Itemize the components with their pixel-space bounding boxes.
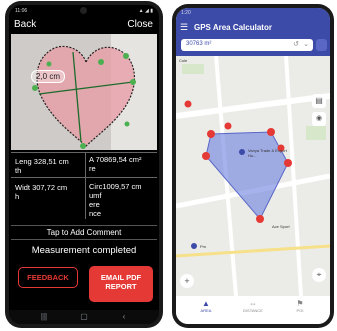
zoom-in-button[interactable]: +	[180, 274, 194, 288]
nav-area-tab[interactable]: ▲ AREA	[186, 299, 226, 313]
layers-icon[interactable]: ▤	[312, 94, 326, 108]
circumference-suffix-2: ere	[89, 200, 100, 209]
anchor-point	[46, 61, 52, 67]
length-suffix: th	[15, 166, 22, 175]
camera-cutout	[80, 7, 87, 14]
email-button-line-2: REPORT	[105, 282, 137, 291]
add-comment-button[interactable]: Tap to Add Comment	[11, 225, 157, 240]
measurement-table: Leng 328,51 cm th A 70869,54 cm² re Widt…	[11, 152, 157, 219]
map-label: Ace Sport	[272, 224, 290, 229]
map-view[interactable]: Vanya Trade & Export Hu... Ace Sport Pm …	[176, 56, 330, 296]
status-message: Measurement completed	[31, 245, 137, 256]
map-label: Pm	[200, 244, 206, 249]
anchor-point	[98, 59, 104, 65]
anchor-point	[130, 79, 136, 85]
area-readout: 30763 m² ↺ ⌄	[181, 39, 313, 51]
map-label: Cole	[179, 58, 188, 63]
polygon-pin	[256, 215, 264, 223]
nav-distance-label: DISTANCE	[243, 308, 263, 313]
anchor-point	[123, 53, 129, 59]
measure-overlay	[11, 34, 157, 150]
back-nav-icon[interactable]: ‹	[119, 312, 129, 321]
measure-chip: 2,0 cm	[31, 70, 66, 83]
poi-icon: ⚑	[296, 299, 304, 308]
chat-button[interactable]	[316, 39, 327, 51]
width-suffix: h	[15, 192, 20, 201]
system-nav-bar: ||| ▢ ‹	[9, 310, 159, 324]
back-button[interactable]: Back	[14, 19, 36, 30]
visibility-icon[interactable]: ◉	[312, 112, 326, 126]
distance-icon: ⇔	[249, 299, 257, 308]
polygon-pin	[207, 130, 215, 138]
gps-locate-icon[interactable]: ⌖	[312, 268, 326, 282]
camera-view[interactable]: 2,0 cm	[11, 34, 157, 150]
width-value: Widt 307,72 cm	[15, 183, 68, 192]
status-time: 11:06	[15, 8, 28, 14]
anchor-point	[32, 85, 38, 91]
nav-poi-label: POI	[296, 308, 304, 313]
polygon-pin	[284, 159, 292, 167]
left-screen: 11:06 ▲ ◢ ▮ Back Close 2,0 cm Leng 328,5…	[9, 5, 159, 324]
area-value: A 70869,54 cm²	[89, 155, 142, 164]
map-canvas	[176, 56, 330, 296]
app-header: 1:20 ☰ GPS Area Calculator 30763 m² ↺ ⌄	[176, 8, 330, 56]
recent-apps-icon[interactable]: |||	[39, 312, 49, 321]
circumference-suffix-3: nce	[89, 209, 102, 218]
anchor-point	[80, 143, 86, 149]
right-phone: 1:20 ☰ GPS Area Calculator 30763 m² ↺ ⌄	[172, 4, 334, 328]
nav-distance-tab[interactable]: ⇔ DISTANCE	[233, 299, 273, 313]
nav-poi-tab[interactable]: ⚑ POI	[280, 299, 320, 313]
area-icon: ▲	[202, 299, 210, 308]
poi-marker	[191, 243, 197, 249]
area-suffix: re	[89, 164, 96, 173]
nav-area-label: AREA	[200, 308, 212, 313]
menu-icon[interactable]: ☰	[180, 22, 188, 33]
poi-marker	[239, 149, 245, 155]
circumference-suffix-1: umf	[89, 191, 102, 200]
status-time: 1:20	[181, 10, 191, 16]
polygon-pin	[267, 128, 275, 136]
location-pin	[184, 100, 192, 108]
home-icon[interactable]: ▢	[79, 312, 89, 321]
reset-icon[interactable]: ↺	[293, 40, 299, 48]
map-label: Vanya Trade & Export Hu...	[248, 148, 287, 158]
anchor-point	[124, 121, 130, 127]
right-screen: 1:20 ☰ GPS Area Calculator 30763 m² ↺ ⌄	[176, 8, 330, 324]
feedback-button[interactable]: FEEDBACK	[18, 267, 78, 288]
close-button[interactable]: Close	[127, 19, 153, 30]
status-icons: ▲ ◢ ▮	[138, 8, 153, 14]
app-title: GPS Area Calculator	[194, 23, 272, 32]
bottom-nav: ▲ AREA ⇔ DISTANCE ⚑ POI	[176, 296, 330, 324]
length-value: Leng 328,51 cm	[15, 157, 69, 166]
email-pdf-report-button[interactable]: EMAIL PDF REPORT	[89, 266, 153, 302]
polygon-pin	[202, 152, 210, 160]
email-button-line-1: EMAIL PDF	[100, 273, 142, 282]
left-phone: 11:06 ▲ ◢ ▮ Back Close 2,0 cm Leng 328,5…	[5, 1, 163, 328]
circumference-value: Circ1009,57 cm	[89, 182, 142, 191]
area-value: 30763 m²	[186, 41, 212, 47]
dropdown-icon[interactable]: ⌄	[303, 40, 309, 48]
polygon-pin	[224, 122, 232, 130]
